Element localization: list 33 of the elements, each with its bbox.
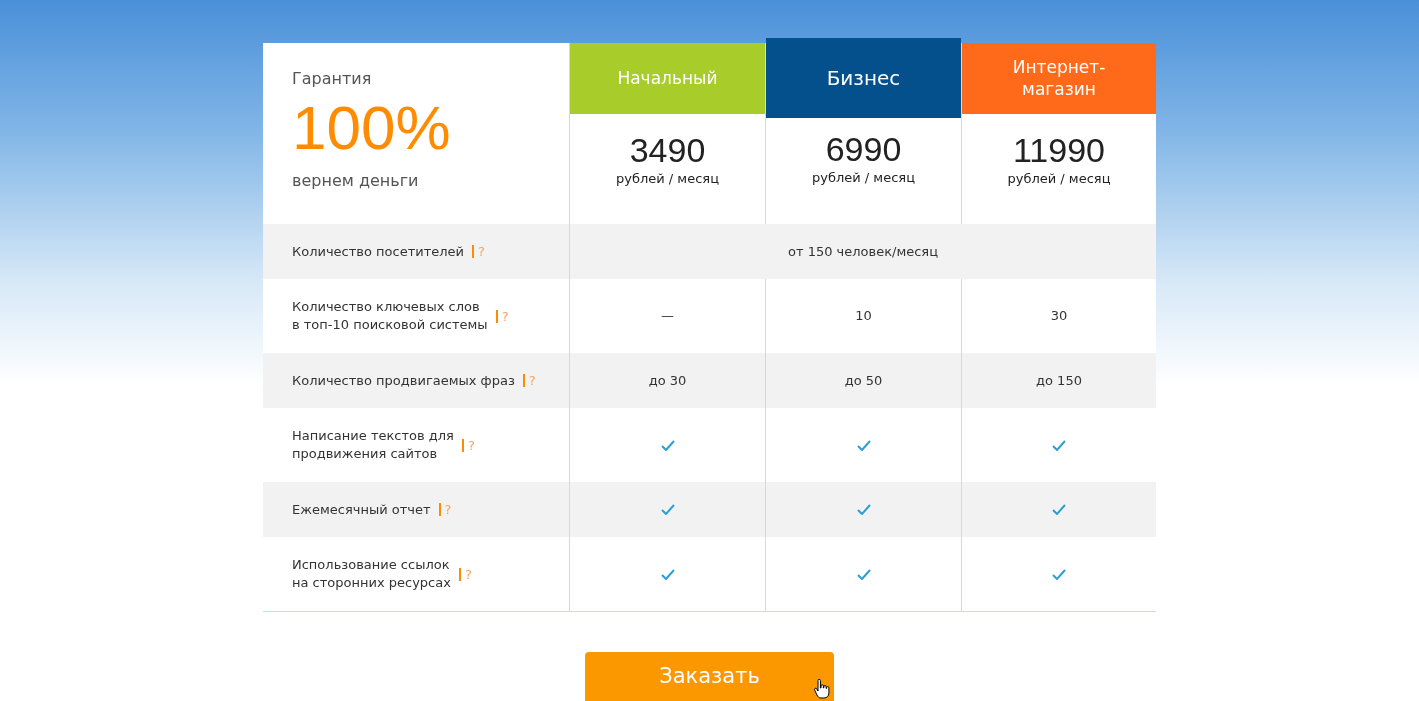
feature-label: Количество посетителей [292,242,465,261]
guarantee-label: Гарантия [292,68,373,90]
price-unit: рублей / месяц [812,169,915,188]
feature-label: Количество ключевых слов в топ-10 поисковой системы [292,298,488,334]
plan-title: Бизнес [766,38,961,118]
help-link[interactable]: ? [472,245,485,258]
help-link[interactable]: ? [458,567,472,581]
feature-value: — [661,307,674,326]
help-link[interactable]: ? [461,438,475,452]
plan-price: 3490 [629,132,706,170]
guarantee-caption: вернем деньги [292,170,420,192]
plan-title: Начальный [570,43,765,114]
price-unit: рублей / месяц [1007,170,1111,189]
plan-price: 11990 [1013,132,1105,170]
guarantee-value: 100% [292,97,452,159]
help-link[interactable]: ? [495,309,509,323]
help-link[interactable]: ? [438,503,452,516]
feature-label: Количество продвигаемых фраз [292,371,515,390]
feature-value: до 30 [648,371,687,390]
feature-value: до 50 [844,371,883,390]
feature-value: 30 [1050,307,1068,326]
feature-value: до 150 [1036,371,1082,390]
feature-label: Ежемесячный отчет [292,500,431,519]
price-unit: рублей / месяц [616,170,719,189]
feature-value: 10 [855,307,872,326]
feature-label: Использование ссылок на сторонних ресурсах [292,556,451,592]
help-link[interactable]: ? [522,374,536,387]
hand-cursor-icon [814,679,830,699]
plan-price: 6990 [825,131,902,169]
feature-label: Написание текстов для продвижения сайтов [292,427,454,463]
order-button[interactable]: Заказать [585,652,834,701]
plan-title: Интернет-магазин [962,43,1156,114]
feature-value: от 150 человек/месяц [787,242,939,261]
